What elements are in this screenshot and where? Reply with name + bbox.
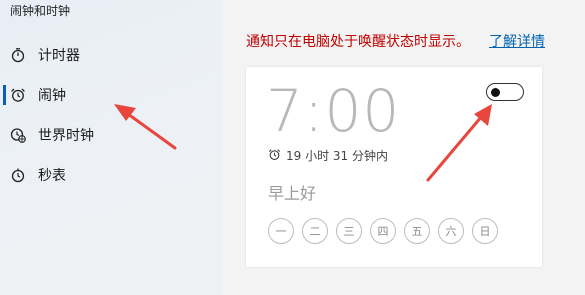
day-button-tue[interactable]: 二: [302, 218, 328, 244]
sidebar-item-label: 闹钟: [38, 88, 66, 104]
alarm-name: 早上好: [268, 184, 317, 203]
world-clock-icon: [10, 127, 26, 143]
sidebar: 闹钟和时钟 计时器 闹钟 世界时钟 秒表: [0, 0, 222, 295]
sidebar-item-label: 计时器: [38, 48, 80, 64]
sidebar-item-world-clock[interactable]: 世界时钟: [0, 117, 222, 153]
toggle-knob: [491, 87, 500, 97]
app-title: 闹钟和时钟: [10, 4, 71, 18]
active-indicator: [3, 85, 6, 105]
main-content: 通知只在电脑处于唤醒状态时显示。 了解详情 7:00 19 小时 31 分钟内: [222, 0, 585, 295]
sidebar-item-label: 秒表: [38, 168, 66, 184]
alarm-remaining-text: 19 小时 31 分钟内: [286, 149, 388, 163]
alarm-card[interactable]: 7:00 19 小时 31 分钟内 早上好 一 二 三 四 五 六 日: [246, 67, 542, 267]
alarm-clock-icon: [10, 87, 26, 103]
stopwatch-icon: [10, 167, 26, 183]
day-button-thu[interactable]: 四: [370, 218, 396, 244]
timer-icon: [10, 47, 26, 63]
sidebar-item-alarm[interactable]: 闹钟: [0, 77, 222, 113]
day-button-sat[interactable]: 六: [438, 218, 464, 244]
alarm-time: 7:00: [266, 77, 401, 145]
day-button-wed[interactable]: 三: [336, 218, 362, 244]
alarm-remaining: 19 小时 31 分钟内: [268, 147, 388, 164]
notification-notice: 通知只在电脑处于唤醒状态时显示。: [246, 34, 470, 50]
sidebar-item-stopwatch[interactable]: 秒表: [0, 157, 222, 193]
day-button-sun[interactable]: 日: [472, 218, 498, 244]
alarm-clock-small-icon: [268, 148, 281, 164]
alarm-toggle[interactable]: [486, 83, 524, 101]
alarm-days: 一 二 三 四 五 六 日: [268, 218, 498, 244]
day-button-fri[interactable]: 五: [404, 218, 430, 244]
day-button-mon[interactable]: 一: [268, 218, 294, 244]
app-window: 闹钟和时钟 计时器 闹钟 世界时钟 秒表 通知只在电脑处于唤醒状态时显示。 了解…: [0, 0, 585, 295]
sidebar-item-label: 世界时钟: [38, 128, 94, 144]
sidebar-item-timer[interactable]: 计时器: [0, 37, 222, 73]
learn-more-link[interactable]: 了解详情: [489, 31, 545, 51]
